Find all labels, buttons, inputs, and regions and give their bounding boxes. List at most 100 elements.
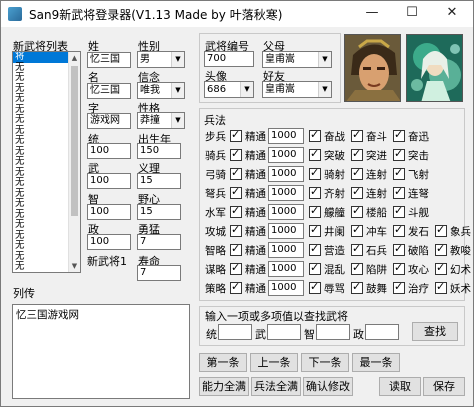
lifespan-field[interactable]: 7 [137, 265, 181, 281]
unit-value-field[interactable]: 1000 [268, 280, 304, 296]
army-title: 兵法 [204, 114, 226, 127]
close-button[interactable]: ✕ [432, 1, 472, 27]
skill-checkbox[interactable] [351, 261, 363, 275]
skill-checkbox[interactable] [351, 223, 363, 237]
skill-checkbox[interactable] [351, 128, 363, 142]
unit-checkbox[interactable] [230, 204, 242, 218]
skill-checkbox[interactable] [435, 280, 447, 294]
first-record-button[interactable]: 第一条 [199, 353, 247, 372]
scroll-thumb[interactable] [71, 66, 78, 216]
skill-checkbox[interactable] [393, 204, 405, 218]
unit-checkbox[interactable] [230, 242, 242, 256]
politics-field[interactable]: 100 [87, 234, 131, 250]
skill-checkbox[interactable] [351, 166, 363, 180]
skill-checkbox[interactable] [393, 128, 405, 142]
skill-checkbox[interactable] [393, 166, 405, 180]
unit-value-field[interactable]: 1000 [268, 128, 304, 144]
skill-checkbox[interactable] [309, 261, 321, 275]
skill-label: 辱骂 [324, 283, 345, 295]
minimize-button[interactable]: — [352, 1, 392, 27]
search-war-input[interactable] [267, 324, 301, 340]
righteousness-field[interactable]: 15 [137, 173, 181, 189]
list-scrollbar[interactable]: ▲ ▼ [68, 52, 80, 272]
max-army-button[interactable]: 兵法全满 [251, 377, 301, 396]
title-bar[interactable]: San9新武将登录器(V1.13 Made by 叶落秋寒) — ☐ ✕ [1, 1, 473, 27]
search-command-input[interactable] [218, 324, 252, 340]
unit-label: 智略 [205, 245, 226, 257]
skill-checkbox[interactable] [435, 223, 447, 237]
skill-checkbox[interactable] [393, 261, 405, 275]
unit-checkbox[interactable] [230, 147, 242, 161]
gender-select[interactable]: 男 ▼ [137, 51, 185, 68]
birth-field[interactable]: 150 [137, 143, 181, 159]
unit-checkbox[interactable] [230, 128, 242, 142]
search-politics-input[interactable] [365, 324, 399, 340]
skill-checkbox[interactable] [393, 185, 405, 199]
skill-checkbox[interactable] [351, 185, 363, 199]
skill-checkbox[interactable] [393, 280, 405, 294]
skill-checkbox[interactable] [309, 166, 321, 180]
skill-checkbox[interactable] [309, 280, 321, 294]
unit-value-field[interactable]: 1000 [268, 185, 304, 201]
intel-field[interactable]: 100 [87, 204, 131, 220]
unit-checkbox[interactable] [230, 166, 242, 180]
portrait-select[interactable]: 686 ▼ [204, 81, 254, 98]
read-button[interactable]: 读取 [379, 377, 421, 396]
style-field[interactable]: 游戏网 [87, 113, 131, 129]
skill-checkbox[interactable] [393, 147, 405, 161]
skill-checkbox[interactable] [351, 147, 363, 161]
search-button[interactable]: 查找 [412, 322, 458, 341]
max-ability-button[interactable]: 能力全满 [199, 377, 249, 396]
unit-value-field[interactable]: 1000 [268, 223, 304, 239]
bravery-field[interactable]: 7 [137, 234, 181, 250]
unit-checkbox[interactable] [230, 261, 242, 275]
command-field[interactable]: 100 [87, 143, 131, 159]
skill-checkbox[interactable] [309, 185, 321, 199]
maximize-button[interactable]: ☐ [392, 1, 432, 27]
friend-select[interactable]: 皇甫嵩 ▼ [262, 81, 332, 98]
war-field[interactable]: 100 [87, 173, 131, 189]
scroll-up-icon[interactable]: ▲ [69, 52, 80, 64]
list-item[interactable]: 无 [15, 272, 25, 273]
name-field[interactable]: 忆三国 [87, 83, 131, 99]
confirm-button[interactable]: 确认修改 [303, 377, 353, 396]
unit-checkbox[interactable] [230, 185, 242, 199]
skill-checkbox[interactable] [351, 204, 363, 218]
skill-checkbox[interactable] [393, 242, 405, 256]
scroll-down-icon[interactable]: ▼ [69, 260, 80, 272]
general-id-field[interactable]: 700 [204, 51, 254, 67]
unit-value-field[interactable]: 1000 [268, 166, 304, 182]
skill-checkbox[interactable] [309, 147, 321, 161]
belief-select[interactable]: 唯我 ▼ [137, 82, 185, 99]
save-button[interactable]: 保存 [423, 377, 465, 396]
prev-record-button[interactable]: 上一条 [250, 353, 298, 372]
unit-checkbox[interactable] [230, 223, 242, 237]
chevron-down-icon: ▼ [318, 52, 331, 67]
surname-field[interactable]: 忆三国 [87, 52, 131, 68]
skill-label: 斗舰 [408, 207, 429, 219]
unit-label: 攻城 [205, 226, 226, 238]
skill-checkbox[interactable] [351, 280, 363, 294]
skill-checkbox[interactable] [309, 242, 321, 256]
personality-select[interactable]: 莽撞 ▼ [137, 112, 185, 129]
unit-value-field[interactable]: 1000 [268, 147, 304, 163]
next-record-button[interactable]: 下一条 [301, 353, 349, 372]
unit-value-field[interactable]: 1000 [268, 242, 304, 258]
unit-value-field[interactable]: 1000 [268, 204, 304, 220]
general-list[interactable]: 将无无无无无无无无无无无无无无无无无无无无无无无无无无无 ▲ ▼ [12, 51, 81, 273]
skill-checkbox[interactable] [435, 242, 447, 256]
skill-checkbox[interactable] [393, 223, 405, 237]
skill-checkbox[interactable] [309, 204, 321, 218]
unit-value-field[interactable]: 1000 [268, 261, 304, 277]
skill-checkbox[interactable] [351, 242, 363, 256]
search-intel-input[interactable] [316, 324, 350, 340]
skill-row: 骑兵 精通1000 突破 突进 突击 [205, 146, 463, 164]
unit-checkbox[interactable] [230, 280, 242, 294]
bio-textarea[interactable]: 忆三国游戏网 [12, 304, 190, 399]
last-record-button[interactable]: 最一条 [352, 353, 400, 372]
ambition-field[interactable]: 15 [137, 204, 181, 220]
skill-checkbox[interactable] [435, 261, 447, 275]
skill-checkbox[interactable] [309, 128, 321, 142]
father-select[interactable]: 皇甫嵩 ▼ [262, 51, 332, 68]
skill-checkbox[interactable] [309, 223, 321, 237]
